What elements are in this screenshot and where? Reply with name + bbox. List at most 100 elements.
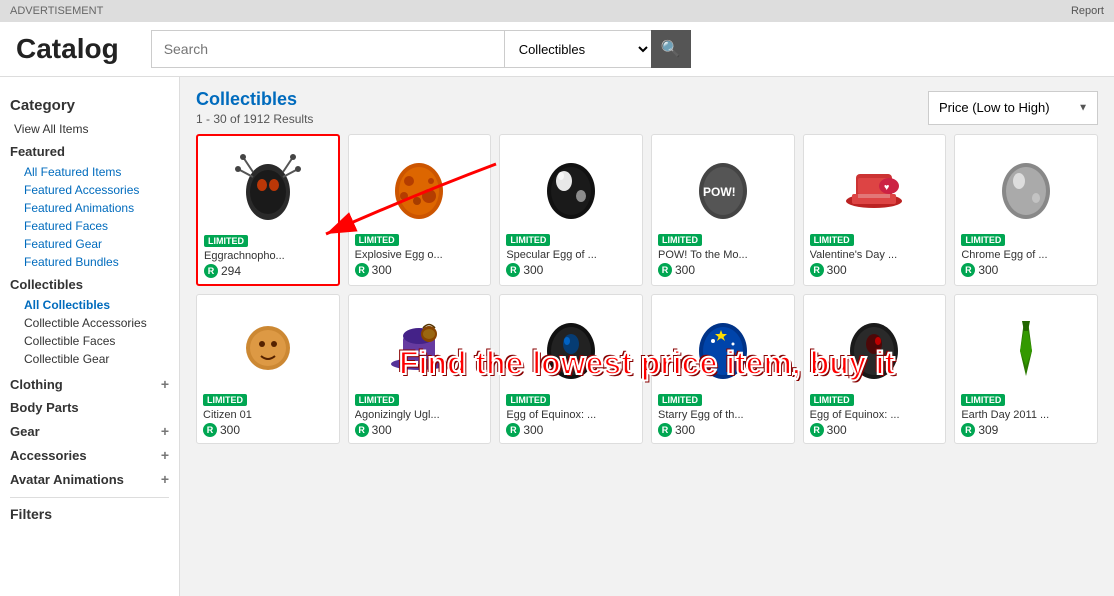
item-card[interactable]: LIMITED Egg of Equinox: ... R 300 <box>803 294 947 444</box>
view-all-items-link[interactable]: View All Items <box>10 120 169 138</box>
avatar-animations-plus-icon: + <box>161 471 169 487</box>
item-name: Specular Egg of ... <box>506 249 636 261</box>
featured-bundles-link[interactable]: Featured Bundles <box>10 253 169 271</box>
item-card[interactable]: LIMITED Chrome Egg of ... R 300 <box>954 134 1098 286</box>
limited-badge: LIMITED <box>506 394 550 406</box>
robux-icon: R <box>810 263 824 277</box>
search-bar: Collectibles All Categories Clothing Bod… <box>151 30 691 68</box>
item-price: R 300 <box>355 423 485 437</box>
price-value: 300 <box>220 423 240 437</box>
category-heading: Category <box>10 97 169 114</box>
featured-faces-link[interactable]: Featured Faces <box>10 217 169 235</box>
item-image <box>961 301 1091 391</box>
item-card[interactable]: LIMITED Eggrachnopho... R 294 <box>196 134 340 286</box>
limited-badge: LIMITED <box>810 394 854 406</box>
item-name: Egg of Equinox: ... <box>810 409 940 421</box>
robux-icon: R <box>203 423 217 437</box>
item-price: R 300 <box>355 263 485 277</box>
content-title: Collectibles <box>196 89 313 110</box>
item-image: ♥ <box>810 141 940 231</box>
main-layout: Category View All Items Featured All Fea… <box>0 77 1114 596</box>
robux-icon: R <box>355 423 369 437</box>
search-input[interactable] <box>151 30 504 68</box>
catalog-title: Catalog <box>16 33 119 65</box>
category-select[interactable]: Collectibles All Categories Clothing Bod… <box>504 30 651 68</box>
accessories-plus-icon: + <box>161 447 169 463</box>
price-value: 300 <box>827 263 847 277</box>
item-price: R 300 <box>506 423 636 437</box>
collectible-accessories-link[interactable]: Collectible Accessories <box>10 314 169 332</box>
item-name: Eggrachnopho... <box>204 250 332 262</box>
item-name: Chrome Egg of ... <box>961 249 1091 261</box>
sort-select[interactable]: Price (Low to High) Price (High to Low) … <box>928 91 1098 125</box>
item-card[interactable]: LIMITED Egg of Equinox: ... R 300 <box>499 294 643 444</box>
item-card[interactable]: LIMITED Earth Day 2011 ... R 309 <box>954 294 1098 444</box>
item-image <box>355 301 485 391</box>
price-value: 300 <box>372 263 392 277</box>
item-card[interactable]: LIMITED Citizen 01 R 300 <box>196 294 340 444</box>
avatar-animations-label: Avatar Animations <box>10 472 124 487</box>
collectible-gear-link[interactable]: Collectible Gear <box>10 350 169 368</box>
item-card[interactable]: ♥ LIMITED Valentine's Day ... R 300 <box>803 134 947 286</box>
item-price: R 300 <box>506 263 636 277</box>
filters-section: Filters <box>10 497 169 522</box>
sidebar: Category View All Items Featured All Fea… <box>0 77 180 596</box>
item-image <box>506 141 636 231</box>
item-image <box>658 301 788 391</box>
gear-section-header[interactable]: Gear + <box>10 423 169 439</box>
limited-badge: LIMITED <box>355 234 399 246</box>
limited-badge: LIMITED <box>204 235 248 247</box>
price-value: 309 <box>978 423 998 437</box>
item-card[interactable]: LIMITED Agonizingly Ugl... R 300 <box>348 294 492 444</box>
featured-gear-link[interactable]: Featured Gear <box>10 235 169 253</box>
price-value: 300 <box>978 263 998 277</box>
price-value: 300 <box>675 263 695 277</box>
item-card[interactable]: LIMITED Explosive Egg o... R 300 <box>348 134 492 286</box>
featured-accessories-link[interactable]: Featured Accessories <box>10 181 169 199</box>
item-name: Explosive Egg o... <box>355 249 485 261</box>
svg-text:♥: ♥ <box>884 182 889 192</box>
all-collectibles-link[interactable]: All Collectibles <box>10 296 169 314</box>
robux-icon: R <box>506 263 520 277</box>
body-parts-label: Body Parts <box>10 400 79 415</box>
item-name: Valentine's Day ... <box>810 249 940 261</box>
item-image <box>204 142 332 232</box>
item-price: R 300 <box>810 263 940 277</box>
body-parts-section-header[interactable]: Body Parts <box>10 400 169 415</box>
limited-badge: LIMITED <box>658 394 702 406</box>
featured-section-header: Featured <box>10 144 169 159</box>
advertisement-label: ADVERTISEMENT <box>10 5 103 17</box>
collectible-faces-link[interactable]: Collectible Faces <box>10 332 169 350</box>
header: Catalog Collectibles All Categories Clot… <box>0 22 1114 77</box>
item-card[interactable]: LIMITED Specular Egg of ... R 300 <box>499 134 643 286</box>
clothing-section-header[interactable]: Clothing + <box>10 376 169 392</box>
search-button[interactable]: 🔍 <box>651 30 691 68</box>
robux-icon: R <box>204 264 218 278</box>
gear-plus-icon: + <box>161 423 169 439</box>
item-name: Earth Day 2011 ... <box>961 409 1091 421</box>
item-price: R 309 <box>961 423 1091 437</box>
item-price: R 300 <box>203 423 333 437</box>
accessories-section-header[interactable]: Accessories + <box>10 447 169 463</box>
all-featured-items-link[interactable]: All Featured Items <box>10 163 169 181</box>
items-grid: LIMITED Eggrachnopho... R 294 <box>196 134 1098 444</box>
robux-icon: R <box>658 423 672 437</box>
item-card[interactable]: POW! LIMITED POW! To the Mo... R 300 <box>651 134 795 286</box>
item-card[interactable]: LIMITED Starry Egg of th... R 300 <box>651 294 795 444</box>
limited-badge: LIMITED <box>355 394 399 406</box>
report-link[interactable]: Report <box>1071 5 1104 17</box>
content-header-left: Collectibles 1 - 30 of 1912 Results <box>196 89 313 126</box>
content-count: 1 - 30 of 1912 Results <box>196 112 313 126</box>
robux-icon: R <box>355 263 369 277</box>
item-price: R 300 <box>810 423 940 437</box>
price-value: 300 <box>827 423 847 437</box>
limited-badge: LIMITED <box>203 394 247 406</box>
robux-icon: R <box>961 263 975 277</box>
svg-text:POW!: POW! <box>703 185 736 199</box>
item-name: Starry Egg of th... <box>658 409 788 421</box>
item-price: R 300 <box>658 263 788 277</box>
featured-animations-link[interactable]: Featured Animations <box>10 199 169 217</box>
item-name: Citizen 01 <box>203 409 333 421</box>
price-value: 294 <box>221 264 241 278</box>
avatar-animations-section-header[interactable]: Avatar Animations + <box>10 471 169 487</box>
